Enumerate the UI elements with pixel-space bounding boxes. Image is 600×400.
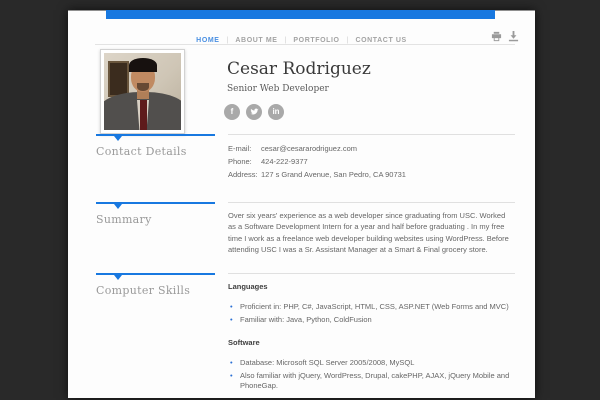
list-item: Proficient in: PHP, C#, JavaScript, HTML… <box>228 302 515 313</box>
list-item: Database: Microsoft SQL Server 2005/2008… <box>228 358 515 369</box>
software-heading: Software <box>228 338 260 347</box>
software-list: Database: Microsoft SQL Server 2005/2008… <box>228 358 515 392</box>
social-links: f in <box>224 104 284 120</box>
languages-heading: Languages <box>228 282 268 291</box>
languages-list: Proficient in: PHP, C#, JavaScript, HTML… <box>228 302 515 325</box>
main-nav: HOME | ABOUT ME | PORTFOLIO | CONTACT US <box>68 32 535 50</box>
resume-card: HOME | ABOUT ME | PORTFOLIO | CONTACT US Cesar… <box>68 10 535 398</box>
computer-skills-label: Computer Skills <box>96 284 191 297</box>
contact-rows: E-mail: cesar@cesararodriguez.com Phone:… <box>228 142 515 181</box>
portrait-image <box>104 53 181 130</box>
nav-divider <box>95 44 515 45</box>
photo-background-frame <box>108 61 129 97</box>
list-item: Also familiar with jQuery, WordPress, Dr… <box>228 371 515 392</box>
contact-row-address: Address: 127 s Grand Avenue, San Pedro, … <box>228 168 515 181</box>
linkedin-icon[interactable]: in <box>268 104 284 120</box>
list-item: Familiar with: Java, Python, ColdFusion <box>228 315 515 326</box>
job-title: Senior Web Developer <box>227 84 329 94</box>
contact-row-phone: Phone: 424-222-9377 <box>228 155 515 168</box>
top-accent-bar <box>106 10 495 19</box>
address-label: Address: <box>228 170 258 179</box>
summary-text: Over six years' experience as a web deve… <box>228 211 509 255</box>
phone-label: Phone: <box>228 157 252 166</box>
phone-value: 424-222-9377 <box>261 157 308 166</box>
contact-row-email: E-mail: cesar@cesararodriguez.com <box>228 142 515 155</box>
section-summary: Summary Over six years' experience as a … <box>96 202 515 256</box>
section-computer-skills: Computer Skills Languages Proficient in:… <box>96 273 515 394</box>
twitter-icon[interactable] <box>246 104 262 120</box>
print-icon[interactable] <box>491 31 502 42</box>
summary-label: Summary <box>96 213 152 226</box>
contact-details-label: Contact Details <box>96 145 187 158</box>
page-actions <box>491 31 519 42</box>
person-name: Cesar Rodriguez <box>227 59 371 79</box>
profile-photo <box>100 49 185 134</box>
download-icon[interactable] <box>508 31 519 42</box>
address-value: 127 s Grand Avenue, San Pedro, CA 90731 <box>261 170 406 179</box>
facebook-icon[interactable]: f <box>224 104 240 120</box>
email-value: cesar@cesararodriguez.com <box>261 144 357 153</box>
email-label: E-mail: <box>228 144 252 153</box>
section-contact-details: Contact Details E-mail: cesar@cesararodr… <box>96 134 515 181</box>
